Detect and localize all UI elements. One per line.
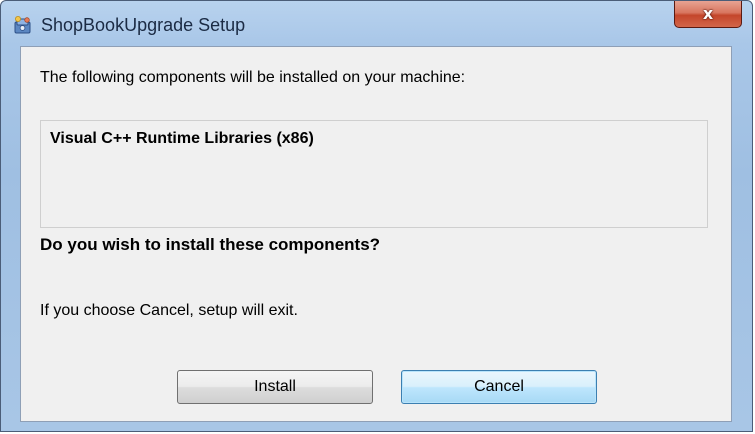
dialog-content: The following components will be install… — [20, 46, 732, 422]
cancel-button[interactable]: Cancel — [401, 370, 597, 404]
close-icon: x — [702, 4, 714, 23]
components-list[interactable]: Visual C++ Runtime Libraries (x86) — [40, 120, 708, 228]
install-button[interactable]: Install — [177, 370, 373, 404]
window-title: ShopBookUpgrade Setup — [41, 15, 246, 35]
title-bar[interactable]: ShopBookUpgrade Setup x — [1, 1, 752, 45]
setup-dialog-window: ShopBookUpgrade Setup x The following co… — [0, 0, 753, 432]
cancel-note: If you choose Cancel, setup will exit. — [40, 302, 298, 319]
list-item: Visual C++ Runtime Libraries (x86) — [50, 130, 314, 147]
confirmation-question: Do you wish to install these components? — [40, 235, 381, 254]
installer-icon — [13, 15, 33, 35]
intro-text: The following components will be install… — [40, 69, 466, 86]
close-button[interactable]: x — [674, 1, 742, 28]
